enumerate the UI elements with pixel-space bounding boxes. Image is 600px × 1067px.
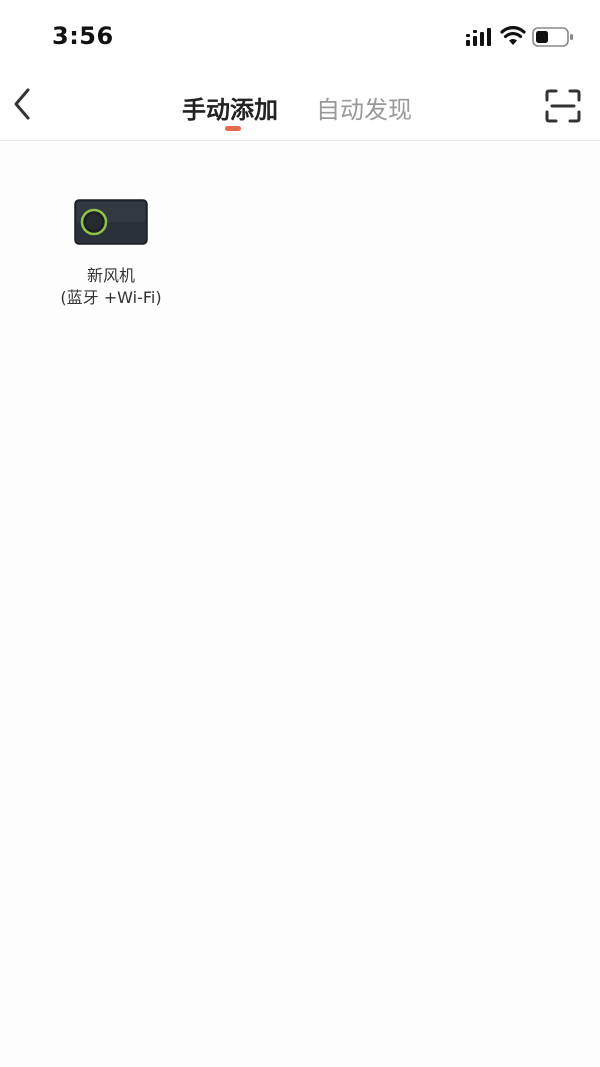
scan-icon[interactable] bbox=[545, 89, 581, 123]
device-connection-type: (蓝牙 +Wi-Fi) bbox=[60, 288, 162, 307]
status-time: 3:56 bbox=[52, 22, 114, 50]
status-bar: 3:56 bbox=[0, 0, 600, 72]
device-name: 新风机 bbox=[86, 266, 135, 285]
back-button[interactable] bbox=[8, 84, 38, 124]
active-tab-indicator bbox=[225, 126, 241, 131]
nav-bar: 手动添加 自动发现 bbox=[0, 72, 600, 141]
device-list: 新风机 (蓝牙 +Wi-Fi) bbox=[0, 141, 600, 1067]
wifi-icon bbox=[500, 26, 526, 45]
signal-icon bbox=[466, 28, 491, 46]
battery-icon bbox=[532, 27, 573, 47]
device-card[interactable]: 新风机 (蓝牙 +Wi-Fi) bbox=[50, 191, 172, 309]
tab-auto-discover[interactable]: 自动发现 bbox=[316, 90, 412, 125]
tab-manual-add[interactable]: 手动添加 bbox=[182, 90, 278, 125]
fresh-air-device-icon bbox=[74, 199, 148, 245]
